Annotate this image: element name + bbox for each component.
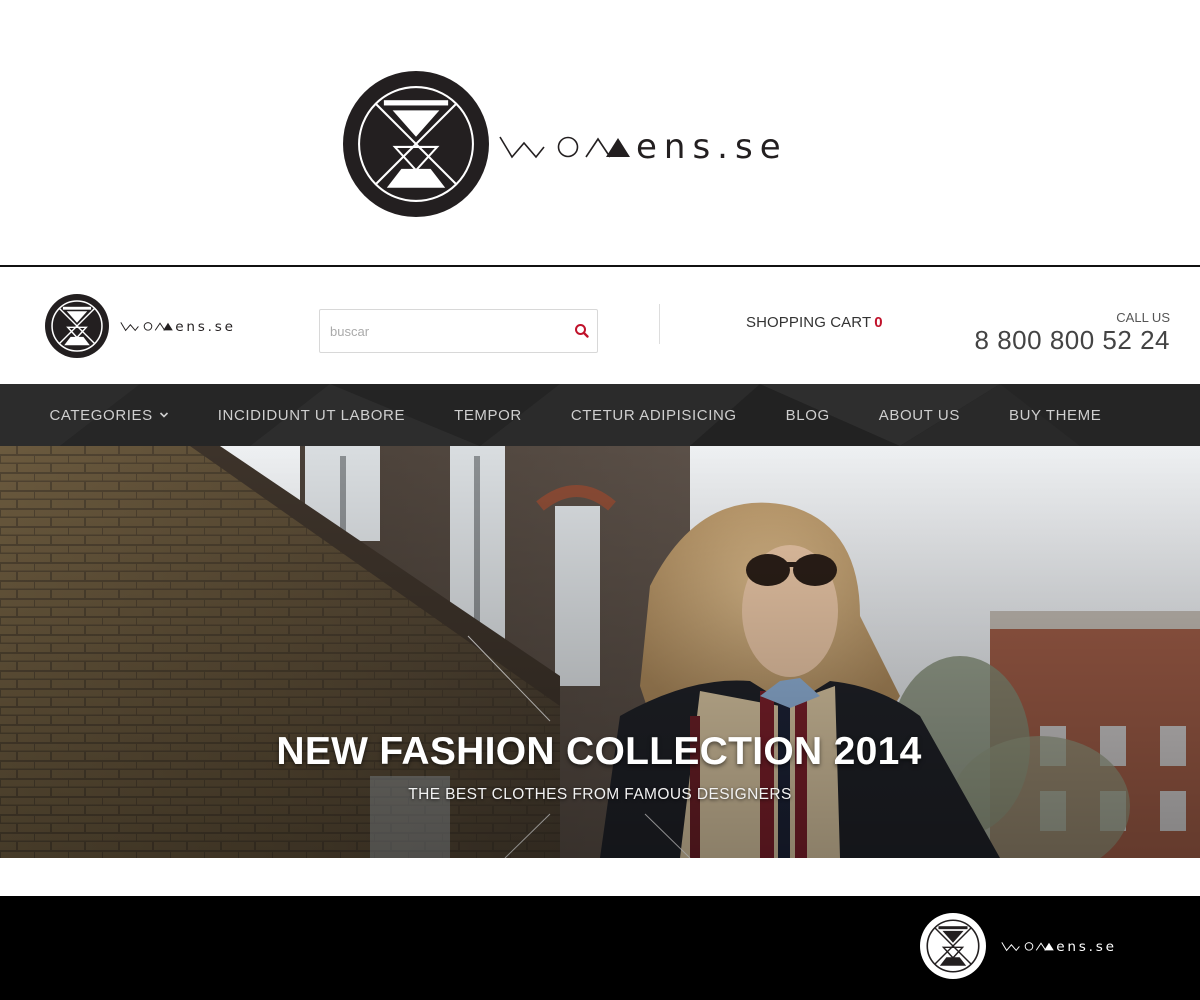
chevron-down-icon (159, 412, 168, 418)
nav-item-ctetur-adipisicing[interactable]: CTETUR ADIPISICING (546, 384, 761, 446)
svg-text:ens.se: ens.se (175, 319, 236, 335)
cart-label: SHOPPING CART (746, 314, 872, 331)
nav-item-label: BUY THEME (1008, 406, 1102, 424)
logo-wordmark: ens.se (499, 127, 788, 167)
nav-item-tempor[interactable]: TEMPOR (430, 384, 547, 446)
logo-mark-icon (920, 913, 986, 979)
shopping-cart-link[interactable]: SHOPPING CART 0 (746, 314, 883, 331)
nav-item-buy-theme[interactable]: BUY THEME (984, 384, 1125, 446)
nav-item-categories[interactable]: CATEGORIES (25, 384, 193, 446)
cart-count-badge: 0 (874, 314, 883, 331)
logo-mark-icon (343, 71, 489, 217)
nav-item-label: ABOUT US (878, 406, 960, 424)
nav-item-label: INCIDIDUNT UT LABORE (217, 406, 406, 424)
nav-item-blog[interactable]: BLOG (761, 384, 854, 446)
svg-text:ens.se: ens.se (636, 127, 788, 167)
search-box (319, 309, 598, 353)
search-input[interactable] (320, 310, 560, 352)
footer-logo: ens.se (920, 913, 1150, 979)
nav-item-incididunt-ut-labore[interactable]: INCIDIDUNT UT LABORE (193, 384, 429, 446)
logo-wordmark: ens.se (1001, 939, 1117, 955)
nav-item-label: CATEGORIES (49, 406, 153, 424)
nav-item-label: BLOG (785, 406, 830, 424)
banner-subtitle: THE BEST CLOTHES FROM FAMOUS DESIGNERS (408, 786, 792, 803)
nav-menu: CATEGORIES INCIDIDUNT UT LABORE TEMPOR C… (0, 384, 1126, 446)
site-header: ens.se SHOPPING CART0 CALL US 8 800 800 … (0, 267, 1200, 384)
nav-item-about-us[interactable]: ABOUT US (854, 384, 984, 446)
call-us-label: CALL US (1116, 310, 1170, 325)
banner-title: NEW FASHION COLLECTION 2014 (276, 730, 922, 773)
search-icon[interactable] (573, 322, 591, 340)
phone-number[interactable]: 8 800 800 52 24 (975, 325, 1170, 356)
nav-item-label: TEMPOR (454, 406, 522, 424)
logo-mark-icon (45, 294, 109, 358)
site-logo[interactable]: ens.se (45, 294, 270, 358)
logo-wordmark: ens.se (120, 319, 236, 335)
main-nav: CATEGORIES INCIDIDUNT UT LABORE TEMPOR C… (0, 384, 1200, 446)
hero-banner[interactable]: NEW FASHION COLLECTION 2014 THE BEST CLO… (0, 446, 1200, 858)
hero-logo: ens.se (343, 71, 843, 217)
nav-item-label: CTETUR ADIPISICING (570, 406, 737, 424)
footer-bar: ens.se (0, 896, 1200, 1000)
header-separator (659, 304, 660, 344)
svg-text:ens.se: ens.se (1056, 939, 1117, 955)
